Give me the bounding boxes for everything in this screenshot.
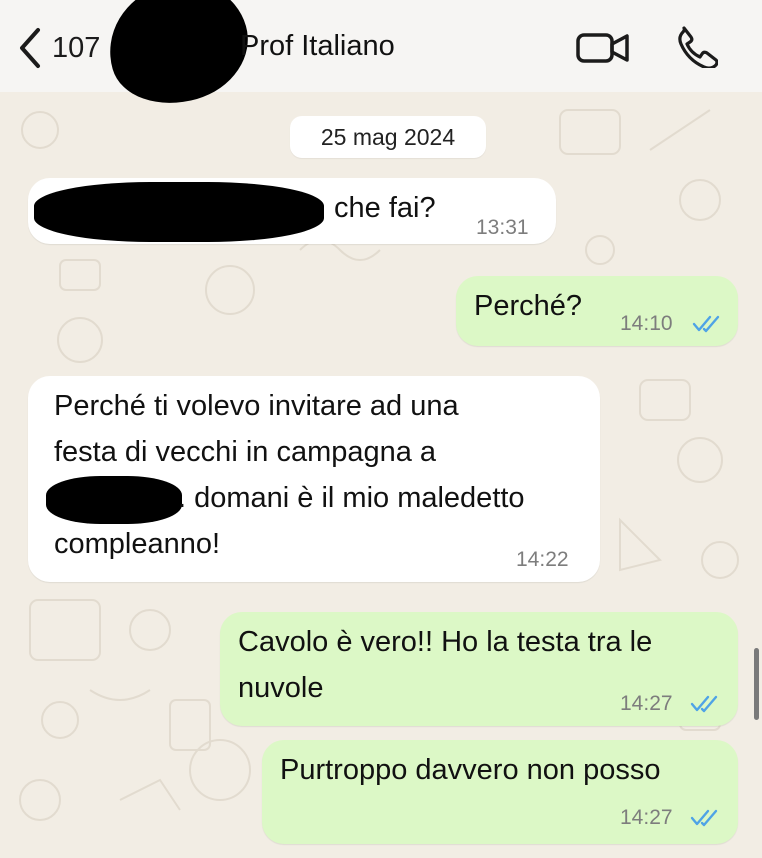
message-bubble-outgoing[interactable]: Purtroppo davvero non posso 14:27 bbox=[262, 740, 738, 844]
read-receipt-icon bbox=[692, 315, 720, 333]
redacted-text bbox=[34, 182, 324, 242]
date-separator: 25 mag 2024 bbox=[290, 116, 486, 158]
message-time: 14:27 bbox=[620, 692, 673, 715]
message-line: Perché ti volevo invitare ad una bbox=[54, 390, 459, 422]
message-time: 13:31 bbox=[476, 216, 529, 239]
redacted-text bbox=[46, 476, 182, 524]
chevron-left-icon bbox=[20, 28, 40, 68]
message-bubble-outgoing[interactable]: Cavolo è vero!! Ho la testa tra le nuvol… bbox=[220, 612, 738, 726]
video-camera-icon[interactable] bbox=[575, 28, 631, 68]
message-bubble-incoming[interactable]: che fai? 13:31 bbox=[28, 178, 556, 244]
message-text: che fai? bbox=[334, 192, 436, 224]
message-time: 14:10 bbox=[620, 312, 673, 335]
message-line: . domani è il mio maledetto bbox=[178, 482, 525, 514]
message-bubble-incoming[interactable]: Perché ti volevo invitare ad una festa d… bbox=[28, 376, 600, 582]
scrollbar[interactable] bbox=[754, 648, 759, 720]
unread-count: 107 bbox=[52, 31, 101, 64]
back-button[interactable]: 107 bbox=[14, 26, 100, 70]
message-time: 14:27 bbox=[620, 806, 673, 829]
phone-icon[interactable] bbox=[674, 24, 718, 68]
message-text: Perché? bbox=[474, 290, 583, 322]
message-text: Purtroppo davvero non posso bbox=[280, 754, 661, 786]
message-line: compleanno! bbox=[54, 528, 221, 560]
chat-header: 107 Prof Italiano bbox=[0, 0, 762, 120]
read-receipt-icon bbox=[690, 809, 718, 827]
read-receipt-icon bbox=[690, 695, 718, 713]
message-bubble-outgoing[interactable]: Perché? 14:10 bbox=[456, 276, 738, 346]
message-line: festa di vecchi in campagna a bbox=[54, 436, 437, 468]
message-line: Cavolo è vero!! Ho la testa tra le bbox=[238, 626, 653, 658]
message-time: 14:22 bbox=[516, 548, 569, 571]
message-line: nuvole bbox=[238, 672, 324, 704]
contact-name[interactable]: Prof Italiano bbox=[240, 30, 395, 63]
